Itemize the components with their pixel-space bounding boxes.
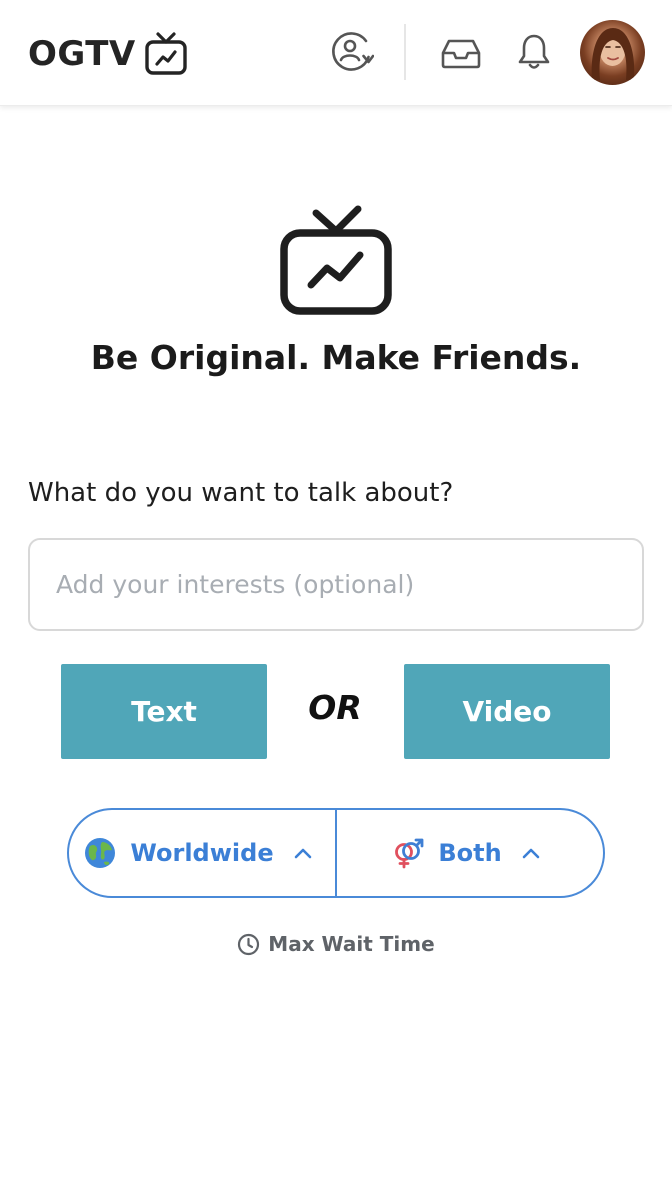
- interests-question: What do you want to talk about?: [28, 478, 454, 508]
- logo-text: OGTV: [28, 34, 136, 74]
- user-switch-icon[interactable]: [330, 31, 374, 73]
- text-chat-button[interactable]: Text: [61, 664, 267, 759]
- interests-input[interactable]: [28, 538, 644, 631]
- inbox-icon[interactable]: [441, 37, 481, 69]
- max-wait-time-button[interactable]: Max Wait Time: [0, 932, 672, 956]
- bell-icon[interactable]: [517, 33, 551, 71]
- gender-label: Both: [438, 839, 502, 867]
- gender-dropdown[interactable]: Both: [337, 810, 603, 896]
- chevron-up-icon: [294, 848, 311, 859]
- gender-symbols-icon: [395, 838, 424, 869]
- header-divider: [404, 24, 406, 80]
- clock-icon: [238, 933, 260, 955]
- chevron-up-icon: [522, 848, 539, 859]
- tv-hero-icon: [280, 205, 392, 315]
- filter-pill: Worldwide Both: [67, 808, 605, 898]
- globe-icon: [85, 838, 116, 868]
- avatar-photo: [591, 28, 635, 80]
- video-chat-button[interactable]: Video: [404, 664, 610, 759]
- max-wait-time-label: Max Wait Time: [268, 932, 435, 956]
- logo[interactable]: OGTV: [28, 30, 188, 78]
- region-dropdown[interactable]: Worldwide: [69, 810, 337, 896]
- or-label: OR: [308, 688, 362, 727]
- tagline: Be Original. Make Friends.: [90, 338, 582, 377]
- top-header: OGTV: [0, 0, 672, 106]
- region-label: Worldwide: [130, 839, 274, 867]
- tv-logo-icon: [145, 32, 187, 75]
- profile-avatar[interactable]: [580, 20, 645, 85]
